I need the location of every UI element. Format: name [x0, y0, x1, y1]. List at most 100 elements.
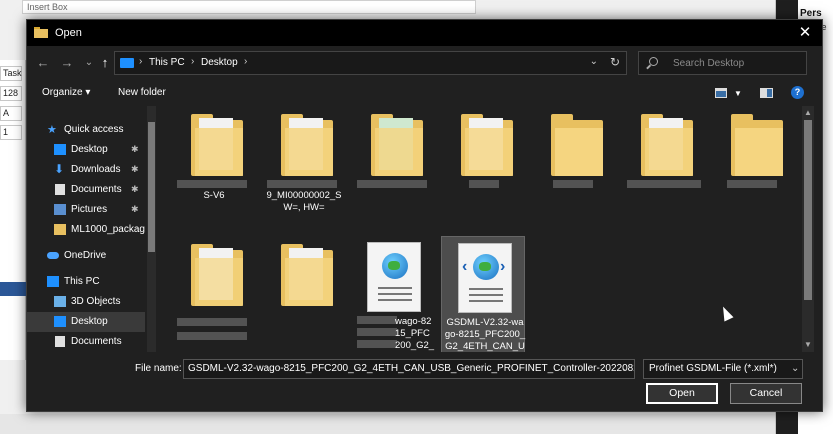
- background-left-panel: [0, 60, 26, 360]
- address-dropdown-icon[interactable]: ⌄: [590, 56, 598, 67]
- up-button[interactable]: ↑: [97, 54, 113, 72]
- nav-pane-scrollbar[interactable]: [147, 106, 156, 352]
- background-cell: Task: [0, 66, 22, 81]
- file-name: GSDML-V2.32-wago-8215_PFC200_G2_4ETH_CAN…: [444, 317, 526, 352]
- breadcrumb-separator: ›: [191, 56, 195, 67]
- globe-icon: [382, 253, 408, 279]
- globe-icon: [473, 254, 499, 280]
- view-options-icon[interactable]: [715, 88, 727, 98]
- nav-item-quick-access[interactable]: ★ Quick access: [27, 120, 145, 140]
- title-bar: Open ✕: [27, 20, 822, 46]
- search-icon: [649, 57, 658, 66]
- nav-item-label: Pictures: [71, 204, 108, 215]
- nav-item-desktop-pc[interactable]: Desktop: [27, 312, 145, 332]
- nav-item-label: 3D Objects: [71, 296, 121, 307]
- breadcrumb-this-pc[interactable]: This PC: [149, 57, 185, 68]
- file-name-input[interactable]: GSDML-V2.32-wago-8215_PFC200_G2_4ETH_CAN…: [183, 359, 635, 379]
- file-type-filter[interactable]: Profinet GSDML-File (*.xml*): [643, 359, 803, 379]
- folder-icon: [281, 244, 333, 306]
- nav-item-documents[interactable]: Documents ✱: [27, 180, 145, 200]
- background-cell: A: [0, 106, 22, 121]
- xml-file-item[interactable]: wago-8215_PFC200_G2_4ETH_CAN_USB_Generic…: [351, 236, 435, 352]
- file-name-label: File name:: [135, 363, 182, 374]
- new-folder-button[interactable]: New folder: [118, 87, 166, 98]
- file-name: wago-8215_PFC200_G2_4ETH_CAN_USB_Generic…: [395, 316, 435, 351]
- folder-icon: [191, 114, 243, 176]
- nav-item-downloads[interactable]: ⬇ Downloads ✱: [27, 160, 145, 180]
- computer-icon: [47, 276, 59, 287]
- nav-item-desktop[interactable]: Desktop ✱: [27, 140, 145, 160]
- navigation-pane: ★ Quick access Desktop ✱ ⬇ Downloads ✱ D…: [27, 106, 157, 352]
- nav-item-3d-objects[interactable]: 3D Objects: [27, 292, 145, 312]
- folder-item[interactable]: [351, 106, 435, 232]
- organize-menu[interactable]: Organize ▾: [42, 87, 90, 98]
- address-bar[interactable]: › This PC › Desktop › ⌄ ↻: [114, 51, 627, 75]
- view-dropdown-icon[interactable]: ▼: [734, 89, 742, 98]
- folder-icon: [731, 114, 783, 176]
- search-placeholder: Search Desktop: [673, 58, 745, 69]
- search-box[interactable]: Search Desktop: [638, 51, 807, 75]
- folder-icon: [641, 114, 693, 176]
- preview-pane-icon[interactable]: [760, 88, 773, 98]
- nav-item-label: Downloads: [71, 164, 121, 175]
- scroll-down-icon[interactable]: ▼: [804, 340, 812, 349]
- back-button[interactable]: ←: [35, 54, 51, 72]
- folder-item[interactable]: S-V6: [171, 106, 255, 232]
- help-button[interactable]: ?: [791, 86, 804, 99]
- refresh-icon[interactable]: ↻: [610, 55, 620, 69]
- background-cell: 128: [0, 86, 22, 101]
- nav-item-label: Documents: [71, 184, 122, 195]
- scroll-up-icon[interactable]: ▲: [804, 108, 812, 117]
- close-button[interactable]: ✕: [788, 20, 822, 46]
- nav-item-pictures[interactable]: Pictures ✱: [27, 200, 145, 220]
- pin-icon: ✱: [131, 204, 139, 214]
- pin-icon: ✱: [131, 184, 139, 194]
- background-bottom: [0, 414, 775, 434]
- folder-item[interactable]: [531, 106, 615, 232]
- breadcrumb-desktop[interactable]: Desktop: [201, 57, 238, 68]
- chevron-down-icon[interactable]: ⌄: [791, 363, 799, 374]
- star-icon: ★: [47, 124, 57, 136]
- folder-item[interactable]: 9_MI00000002_SW=, HW=: [261, 106, 345, 232]
- folder-item[interactable]: [621, 106, 705, 232]
- desktop-icon: [54, 316, 66, 327]
- folder-item[interactable]: [171, 236, 255, 352]
- pin-icon: ✱: [131, 144, 139, 154]
- cube-icon: [54, 296, 66, 307]
- folder-icon: [371, 114, 423, 176]
- nav-item-label: This PC: [64, 276, 100, 287]
- xml-file-item-selected[interactable]: ‹ › GSDML-V2.32-wago-8215_PFC200_G2_4ETH…: [441, 236, 525, 352]
- file-list: S-V6 9_MI00000002_SW=, HW= wago-8215_PFC…: [157, 106, 802, 352]
- documents-icon: [55, 336, 65, 347]
- folder-icon: [191, 244, 243, 306]
- recent-locations-button[interactable]: ⌄: [81, 54, 97, 72]
- nav-item-label: Documents: [71, 336, 122, 347]
- background-right-title: Pers: [800, 8, 822, 19]
- pictures-icon: [54, 204, 66, 215]
- folder-icon: [54, 224, 66, 235]
- nav-item-documents-pc[interactable]: Documents: [27, 332, 145, 352]
- navigation-bar: ← → ⌄ ↑ › This PC › Desktop › ⌄ ↻ Search…: [27, 46, 822, 82]
- file-list-scrollbar[interactable]: ▲ ▼: [802, 106, 814, 352]
- folder-item[interactable]: [441, 106, 525, 232]
- nav-item-label: Quick access: [64, 124, 124, 135]
- nav-item-this-pc[interactable]: This PC: [27, 272, 145, 292]
- folder-item[interactable]: [261, 236, 345, 352]
- folder-icon: [34, 27, 48, 38]
- nav-item-label: Desktop: [71, 316, 108, 327]
- nav-item-ml1000[interactable]: ML1000_packag: [27, 220, 145, 240]
- background-blue-strip: [0, 282, 26, 296]
- insert-box-field: Insert Box: [22, 0, 476, 14]
- open-file-dialog: Open ✕ ← → ⌄ ↑ › This PC › Desktop › ⌄ ↻…: [26, 19, 823, 412]
- forward-button[interactable]: →: [59, 54, 75, 72]
- nav-item-label: OneDrive: [64, 250, 107, 261]
- nav-item-onedrive[interactable]: OneDrive: [27, 246, 145, 266]
- download-icon: ⬇: [54, 162, 65, 176]
- folder-item[interactable]: [711, 106, 795, 232]
- chevron-down-icon[interactable]: ⌄: [621, 363, 629, 374]
- dialog-title: Open: [55, 27, 82, 39]
- folder-icon: [551, 114, 603, 176]
- cancel-button[interactable]: Cancel: [730, 383, 802, 404]
- open-button[interactable]: Open: [646, 383, 718, 404]
- xml-file-icon: [367, 242, 421, 312]
